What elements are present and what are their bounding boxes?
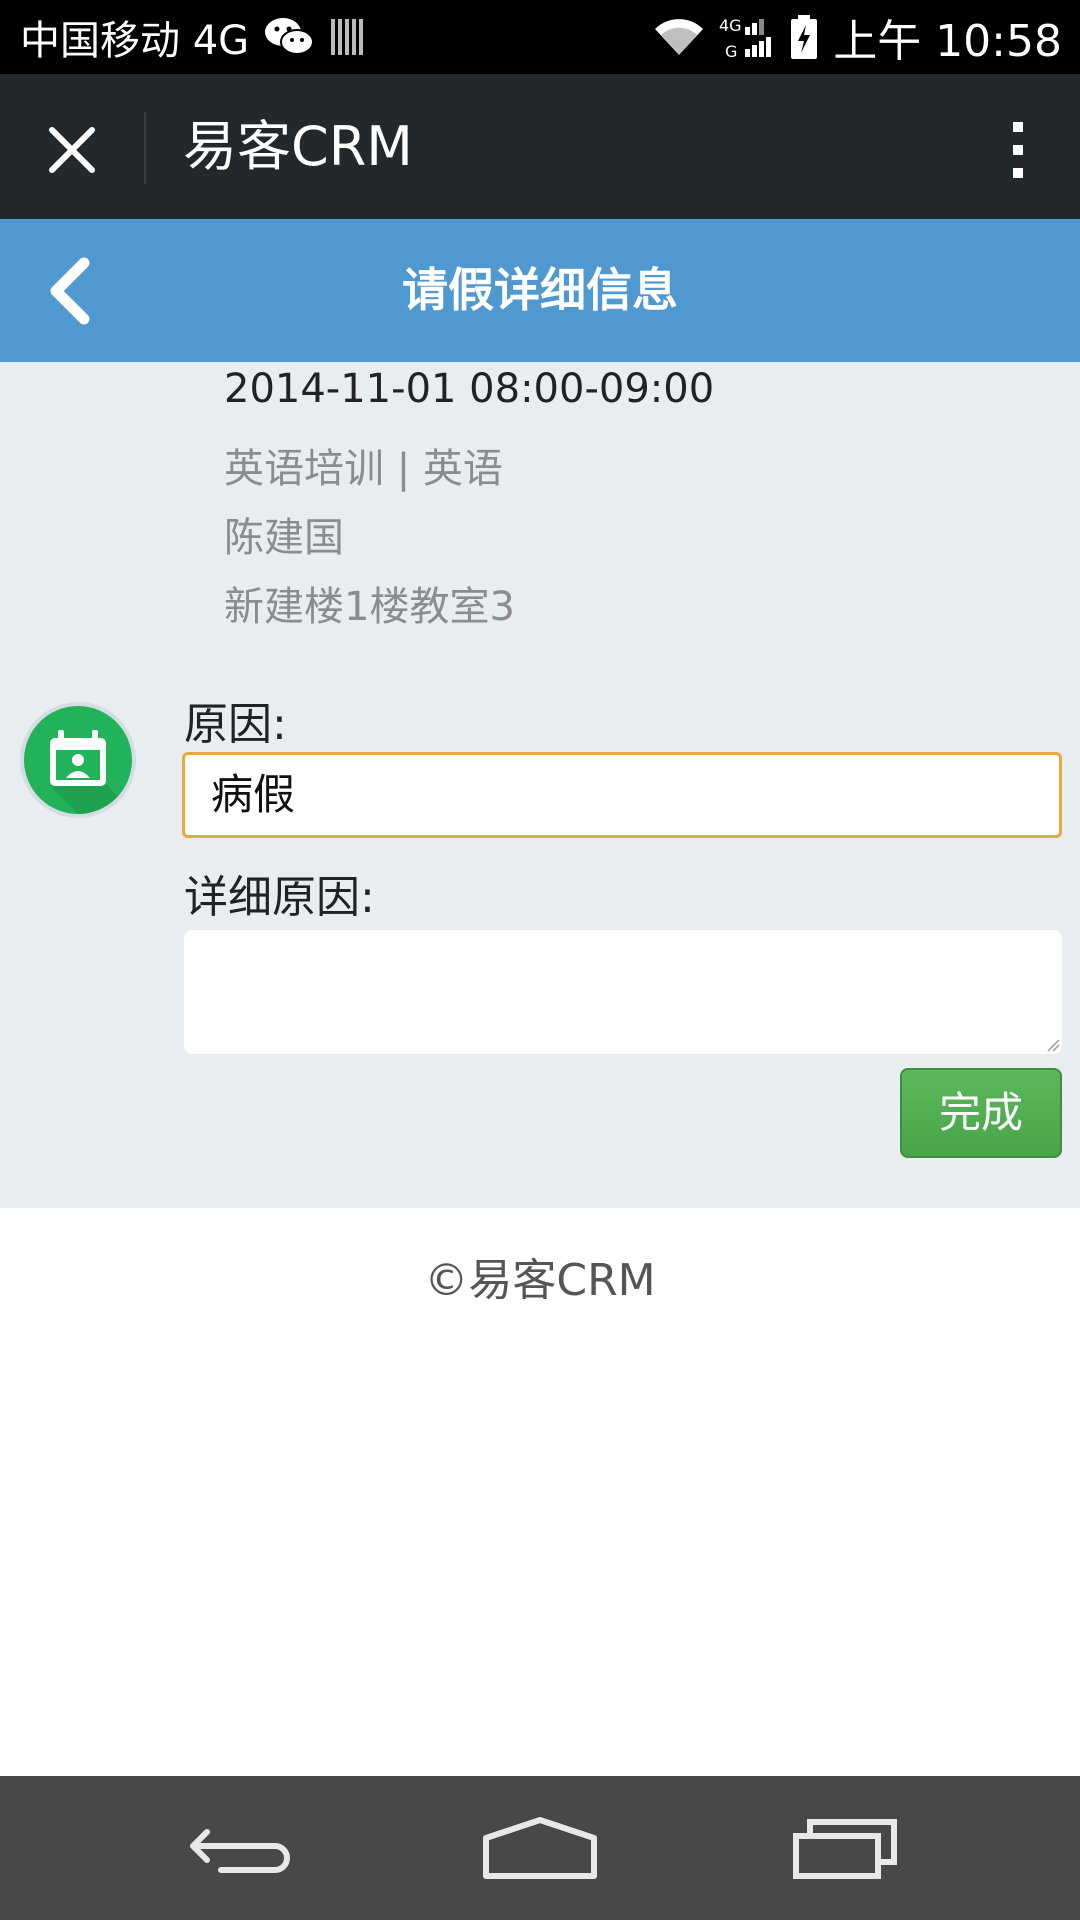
page-header: 请假详细信息 [0, 219, 1080, 362]
footer: ©易客CRM [0, 1208, 1080, 1776]
wifi-icon [653, 15, 705, 59]
copyright-text: ©易客CRM [424, 1255, 656, 1306]
calendar-contact-icon [50, 730, 132, 814]
carrier-text: 中国移动 4G [20, 18, 250, 64]
lesson-course: 英语培训 | 英语 [224, 446, 503, 492]
resize-grip-icon[interactable] [1046, 1038, 1060, 1052]
reason-input[interactable]: 病假 [182, 752, 1062, 838]
network-label-bottom: G [725, 42, 737, 61]
app-bar-divider [144, 112, 146, 184]
lesson-room: 新建楼1楼教室3 [224, 584, 515, 630]
nav-home-button[interactable] [470, 1798, 610, 1898]
back-arrow-icon [190, 1829, 290, 1873]
avatar [24, 706, 132, 814]
barcode-icon [329, 15, 365, 59]
app-title: 易客CRM [183, 115, 413, 178]
more-button[interactable] [996, 114, 1040, 186]
reason-label: 原因: [184, 699, 287, 750]
done-button[interactable]: 完成 [900, 1068, 1062, 1158]
back-button[interactable] [30, 251, 110, 331]
nav-recent-apps-button[interactable] [775, 1798, 915, 1898]
recent-apps-icon [793, 1819, 897, 1879]
lesson-teacher: 陈建国 [224, 515, 344, 561]
signal-icon: 4G G [719, 13, 775, 61]
page-title: 请假详细信息 [402, 263, 678, 317]
status-right: 4G G 上午 10:58 [653, 0, 1062, 74]
status-bar: 中国移动 4G 4G G 上午 10:58 [0, 0, 1080, 74]
network-label-top: 4G [719, 16, 742, 35]
home-icon [483, 1817, 597, 1879]
nav-back-button[interactable] [170, 1798, 310, 1898]
close-button[interactable] [36, 114, 108, 186]
detail-reason-textarea[interactable] [184, 930, 1062, 1054]
lesson-datetime: 2014-11-01 08:00-09:00 [224, 366, 715, 412]
navigation-bar [0, 1776, 1080, 1920]
clock-text: 上午 10:58 [833, 16, 1062, 67]
chevron-left-icon [50, 257, 90, 325]
wechat-icon [263, 15, 315, 59]
close-icon [49, 127, 95, 173]
content-area: 2014-11-01 08:00-09:00 英语培训 | 英语 陈建国 新建楼… [0, 362, 1080, 1208]
more-vertical-icon [1013, 122, 1023, 178]
screen: 中国移动 4G 4G G 上午 10:58 易客CRM 请假详细信息 2014-… [0, 0, 1080, 1920]
detail-reason-label: 详细原因: [184, 872, 375, 923]
app-bar: 易客CRM [0, 74, 1080, 219]
battery-icon [789, 13, 819, 61]
status-left: 中国移动 4G [20, 0, 365, 74]
